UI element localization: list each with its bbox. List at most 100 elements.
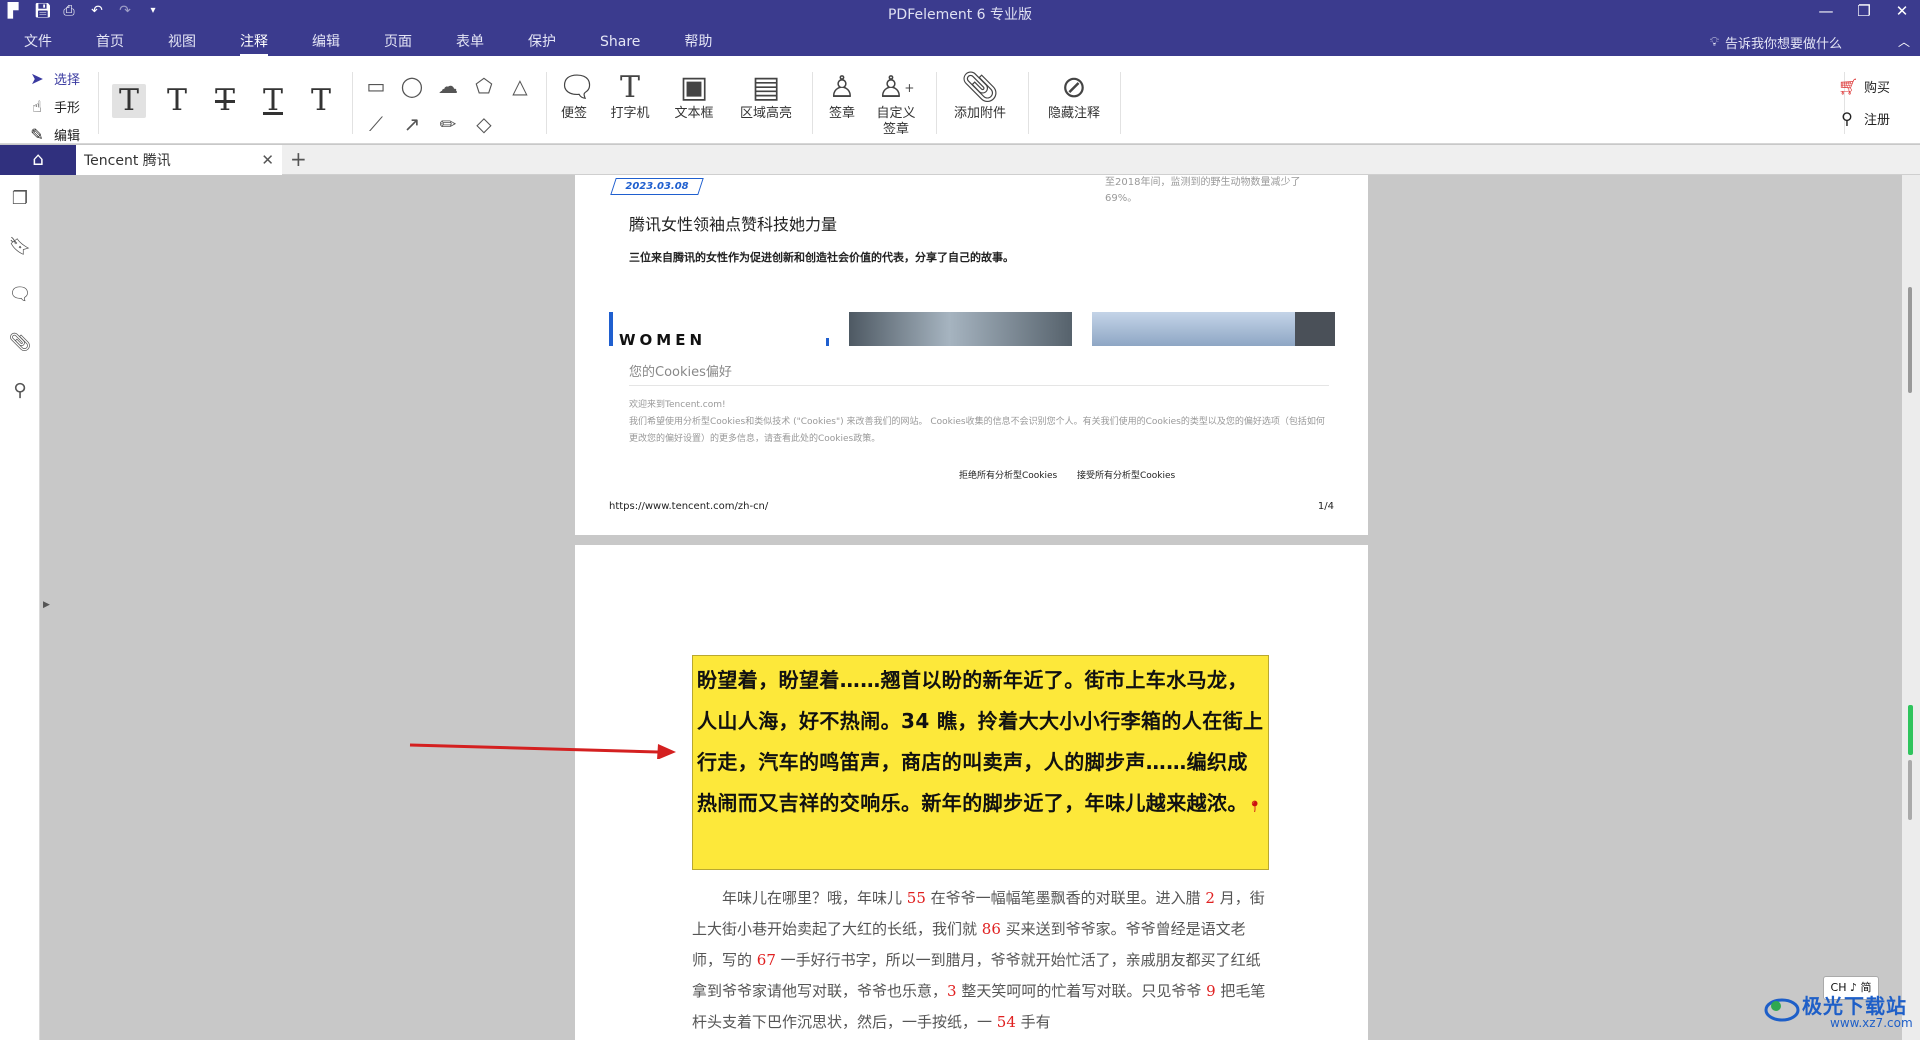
area-highlight-button[interactable]: ▤ 区域高亮 [736, 70, 796, 122]
register-label: 注册 [1863, 112, 1890, 128]
add-attachment-label: 添加附件 [953, 106, 1006, 121]
date-text: 2023.03.08 [625, 181, 689, 192]
divider [629, 385, 1329, 386]
underline-text-button[interactable]: T [160, 84, 194, 118]
divider [936, 72, 937, 134]
textbox-icon: ▣ [679, 70, 709, 105]
photo-image-2 [1092, 312, 1335, 346]
cookie-title: 您的Cookies偏好 [629, 365, 732, 380]
annotation-ribbon: ➤ 选择 ☝ 手形 ✎ 编辑 T T T T T ▭ ◯ ☁︎ ⬠ △ ⟋ ↗ … [0, 56, 1920, 144]
thumbnails-icon[interactable]: ❐ [0, 175, 40, 223]
menu-file[interactable]: 文件 [0, 30, 74, 56]
cloud-icon[interactable]: ☁︎ [436, 74, 460, 98]
mode-select-label: 选择 [54, 72, 81, 88]
comments-icon[interactable]: 🗨︎ [0, 271, 40, 319]
mode-edit[interactable]: ✎ 编辑 [28, 120, 80, 148]
rectangle-icon[interactable]: ▭ [364, 74, 388, 98]
register-button[interactable]: ⚲ 注册 [1838, 102, 1890, 134]
highlight-text-button[interactable]: T [112, 84, 146, 118]
expand-left-panel-icon[interactable]: ▶ [43, 600, 50, 610]
divider [352, 72, 353, 134]
cursor-icon: ➤ [30, 68, 44, 88]
stamp-icon: ♙ [828, 70, 856, 105]
typewriter-label: 打字机 [610, 106, 650, 121]
tell-me-label: 告诉我你想要做什么 [1724, 37, 1842, 52]
divider [812, 72, 813, 134]
document-canvas[interactable]: 2023.03.08 至2018年间，监测到的野生动物数量减少了69%。 腾讯女… [54, 175, 1902, 1040]
women-caption: WOMEN [619, 331, 707, 349]
polygon-icon[interactable]: ⬠ [472, 74, 496, 98]
tell-me-search[interactable]: 💡︎ 告诉我你想要做什么 [1710, 33, 1842, 52]
menu-page[interactable]: 页面 [362, 30, 434, 56]
scrollbar-thumb[interactable] [1908, 287, 1912, 393]
menu-form[interactable]: 表单 [434, 30, 506, 56]
search-icon[interactable]: ⚲ [0, 367, 40, 415]
lightbulb-icon: 💡︎ [1709, 35, 1719, 50]
attachment-panel-icon[interactable]: 📎︎ [0, 319, 40, 367]
inline-number: 55 [906, 889, 926, 907]
document-tab-label: Tencent 腾讯 [84, 153, 171, 169]
textbox-label: 文本框 [674, 106, 714, 121]
watermark-url: www.xz7.com [1830, 1016, 1913, 1030]
document-tab[interactable]: Tencent 腾讯 ✕ [76, 145, 282, 175]
typewriter-button[interactable]: T 打字机 [608, 70, 652, 122]
hide-annotations-button[interactable]: ⊘ 隐藏注释 [1044, 70, 1104, 122]
bookmark-icon[interactable]: 🔖︎ [0, 223, 40, 271]
line-icon[interactable]: ⟋ [364, 112, 388, 136]
menu-edit[interactable]: 编辑 [290, 30, 362, 56]
scroll-track-segment [1908, 760, 1912, 820]
pencil-icon[interactable]: ✏︎ [436, 112, 460, 136]
sticky-note-label: 便签 [560, 106, 587, 121]
triangle-icon[interactable]: △ [508, 74, 532, 98]
buy-button[interactable]: 🛒︎ 购买 [1838, 70, 1890, 102]
textbox-button[interactable]: ▣ 文本框 [672, 70, 716, 122]
close-tab-icon[interactable]: ✕ [261, 151, 274, 169]
footer-url: https://www.tencent.com/zh-cn/ [609, 501, 769, 512]
area-highlight-annotation[interactable]: 盼望着，盼望着……翘首以盼的新年近了。街市上车水马龙，人山人海，好不热闹。34 … [692, 655, 1269, 870]
area-highlight-icon: ▤ [751, 70, 781, 105]
title-bar: ▛ 💾︎ ⎙ ↶ ↷ ▾ PDFelement 6 专业版 — ❐ ✕ 文件 首… [0, 0, 1920, 56]
add-attachment-button[interactable]: 📎︎ 添加附件 [950, 70, 1010, 122]
inline-number: 54 [996, 1013, 1016, 1031]
mode-hand[interactable]: ☝ 手形 [28, 92, 80, 120]
area-highlight-label: 区域高亮 [739, 106, 792, 121]
body-text-segment: 手有 [1015, 1013, 1051, 1031]
minimize-icon[interactable]: — [1818, 2, 1834, 20]
eraser-icon[interactable]: ◇ [472, 112, 496, 136]
divider [1120, 72, 1121, 134]
menu-share[interactable]: Share [578, 30, 662, 56]
accept-cookies-link[interactable]: 接受所有分析型Cookies [1077, 468, 1175, 481]
arrow-icon[interactable]: ↗ [400, 112, 424, 136]
hand-icon: ☝ [32, 96, 42, 116]
circle-icon[interactable]: ◯ [400, 74, 424, 98]
note-pin-icon[interactable]: 📍︎ [1248, 786, 1262, 827]
text-markup-group: T T T T T [112, 84, 338, 118]
cart-icon: 🛒︎ [1837, 76, 1859, 96]
menu-home[interactable]: 首页 [74, 30, 146, 56]
hide-annotation-icon: ⊘ [1061, 70, 1087, 105]
squiggly-text-button[interactable]: T [256, 84, 290, 118]
strikethrough-text-button[interactable]: T [208, 84, 242, 118]
mode-select[interactable]: ➤ 选择 [28, 64, 80, 92]
menu-protect[interactable]: 保护 [506, 30, 578, 56]
sticky-note-button[interactable]: 🗨︎ 便签 [558, 70, 596, 122]
window-controls: — ❐ ✕ [1818, 2, 1910, 20]
reject-cookies-link[interactable]: 拒绝所有分析型Cookies [959, 468, 1057, 481]
custom-stamp-button[interactable]: ♙+ 自定义 签章 [872, 70, 920, 138]
close-icon[interactable]: ✕ [1894, 2, 1910, 20]
divider [546, 72, 547, 134]
insert-text-button[interactable]: T [304, 84, 338, 118]
collapse-ribbon-icon[interactable]: ︿ [1898, 33, 1910, 50]
attachment-icon: 📎︎ [960, 70, 1000, 105]
add-tab-icon[interactable]: + [290, 147, 307, 171]
vertical-scrollbar[interactable] [1902, 175, 1920, 1040]
menu-view[interactable]: 视图 [146, 30, 218, 56]
stamp-button[interactable]: ♙ 签章 [824, 70, 860, 122]
inline-number: 9 [1206, 982, 1216, 1000]
maximize-icon[interactable]: ❐ [1856, 2, 1872, 20]
inline-number: 2 [1205, 889, 1215, 907]
home-tab[interactable]: ⌂ [0, 145, 76, 175]
menu-help[interactable]: 帮助 [662, 30, 734, 56]
menu-annotate[interactable]: 注释 [218, 30, 290, 56]
cookie-text: 欢迎来到Tencent.com! 我们希望使用分析型Cookies和类似技术 (… [629, 400, 1325, 444]
